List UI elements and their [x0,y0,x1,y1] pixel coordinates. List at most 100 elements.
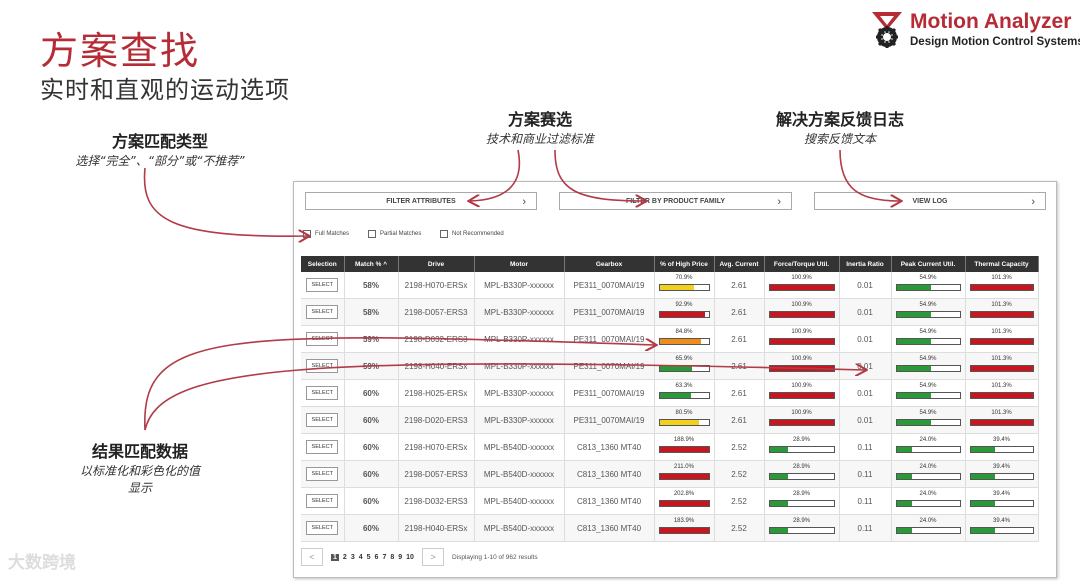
motor-cell: MPL-B330P-xxxxxx [474,298,565,326]
page-number-1[interactable]: 1 [331,553,339,561]
col-header-match[interactable]: Match % ^ [344,256,399,272]
peak-cell-value: 54.9% [919,275,937,281]
select-button[interactable]: SELECT [306,278,339,292]
thermal-cell-value: 101.3% [991,410,1012,416]
view-log-button[interactable]: VIEW LOG › [814,192,1046,210]
select-button[interactable]: SELECT [306,305,339,319]
thermal-cell: 39.4% [965,487,1039,515]
price-cell-value: 183.9% [673,518,695,524]
force-cell-bar [768,365,835,372]
force-cell-fill [769,393,834,398]
checkbox-box[interactable] [368,230,376,238]
price-cell: 183.9% [654,514,715,542]
price-cell-bar [658,284,710,291]
annotation-log: 解决方案反馈日志 搜索反馈文本 [750,106,930,147]
gearbox-cell: C813_1360 MT40 [564,433,655,461]
prev-page-button[interactable]: < [301,548,323,566]
inertia-cell: 0.01 [839,325,892,353]
inertia-cell: 0.01 [839,379,892,407]
motor-cell: MPL-B540D-xxxxxx [474,514,565,542]
motor-cell: MPL-B540D-xxxxxx [474,460,565,488]
peak-cell: 54.9% [891,298,966,326]
full-matches-checkbox[interactable]: Full Matches [303,230,349,238]
peak-cell: 54.9% [891,325,966,353]
price-cell-value: 70.9% [675,275,693,281]
select-button[interactable]: SELECT [306,359,339,373]
price-cell-bar [658,338,710,345]
match-cell: 60% [344,379,399,407]
thermal-cell: 39.4% [965,433,1039,461]
table-row: SELECT 60% 2198-H025-ERSx MPL-B330P-xxxxxx P… [301,379,1039,407]
page-number-9[interactable]: 9 [398,554,402,561]
filter-family-button[interactable]: FILTER BY PRODUCT FAMILY › [559,192,792,210]
col-header-match-label: Match % [355,260,382,268]
page-number-2[interactable]: 2 [343,554,347,561]
filter-family-label: FILTER BY PRODUCT FAMILY [625,198,726,205]
page-number-10[interactable]: 10 [406,554,414,561]
price-cell-value: 188.9% [673,437,695,443]
price-cell: 70.9% [654,272,715,299]
selection-cell: SELECT [301,352,345,380]
peak-cell-fill [896,474,912,479]
select-button[interactable]: SELECT [306,521,339,535]
thermal-cell-bar [969,365,1034,372]
page-number-4[interactable]: 4 [359,554,363,561]
force-cell-bar [768,446,835,453]
price-cell-value: 92.9% [675,302,693,308]
inertia-cell: 0.01 [839,406,892,434]
peak-cell-value: 54.9% [919,356,937,362]
select-button[interactable]: SELECT [306,494,339,508]
match-cell: 59% [344,325,399,353]
page-number-8[interactable]: 8 [390,554,394,561]
thermal-cell: 39.4% [965,460,1039,488]
page-number-5[interactable]: 5 [367,554,371,561]
select-button[interactable]: SELECT [306,440,339,454]
peak-cell-bar [895,446,961,453]
table-row: SELECT 60% 2198-H070-ERSx MPL-B540D-xxxxxx C… [301,433,1039,461]
table-row: SELECT 58% 2198-H070-ERSx MPL-B330P-xxxxxx P… [301,272,1039,299]
arrow-match-type [143,167,308,236]
next-page-button[interactable]: > [421,548,444,566]
force-cell: 28.9% [764,514,840,542]
select-button[interactable]: SELECT [306,332,339,346]
force-cell: 100.9% [764,352,840,380]
force-cell: 100.9% [764,298,840,326]
col-header-inertia: Inertia Ratio [839,256,892,272]
annotation-title: 结果匹配数据 [91,442,188,461]
page-number-6[interactable]: 6 [375,554,379,561]
filter-attributes-label: FILTER ATTRIBUTES [386,198,456,205]
price-cell: 80.5% [654,406,715,434]
drive-cell: 2198-D057-ERS3 [398,460,475,488]
not-recommended-checkbox[interactable]: Not Recommended [440,230,504,238]
select-button[interactable]: SELECT [306,386,339,400]
price-cell-value: 84.8% [675,329,693,335]
peak-cell-value: 24.0% [919,464,937,470]
checkbox-box[interactable] [303,230,311,238]
force-cell-fill [769,447,788,452]
peak-cell: 24.0% [891,487,966,515]
filter-attributes-button[interactable]: FILTER ATTRIBUTES › [305,192,537,210]
peak-cell: 54.9% [891,379,966,407]
thermal-cell: 101.3% [965,298,1039,326]
page-number-3[interactable]: 3 [351,554,355,561]
force-cell-value: 100.9% [791,356,812,362]
drive-cell: 2198-D057-ERS3 [398,298,475,326]
page-number-7[interactable]: 7 [382,554,386,561]
thermal-cell: 39.4% [965,514,1039,542]
avg-current-cell: 2.52 [714,460,765,488]
checkbox-box[interactable] [440,230,448,238]
drive-cell: 2198-H025-ERSx [398,379,475,407]
price-cell-bar [658,527,710,534]
peak-cell-bar [895,527,961,534]
peak-cell-value: 54.9% [919,383,937,389]
select-button[interactable]: SELECT [306,413,339,427]
price-cell: 211.0% [654,460,715,488]
partial-matches-checkbox[interactable]: Partial Matches [368,230,421,238]
thermal-cell-fill [970,339,1033,344]
select-button[interactable]: SELECT [306,467,339,481]
inertia-cell: 0.11 [839,487,892,515]
peak-cell-fill [896,528,912,533]
selection-cell: SELECT [301,487,345,515]
match-cell: 58% [344,298,399,326]
col-header-thermal: Thermal Capacity [965,256,1039,272]
